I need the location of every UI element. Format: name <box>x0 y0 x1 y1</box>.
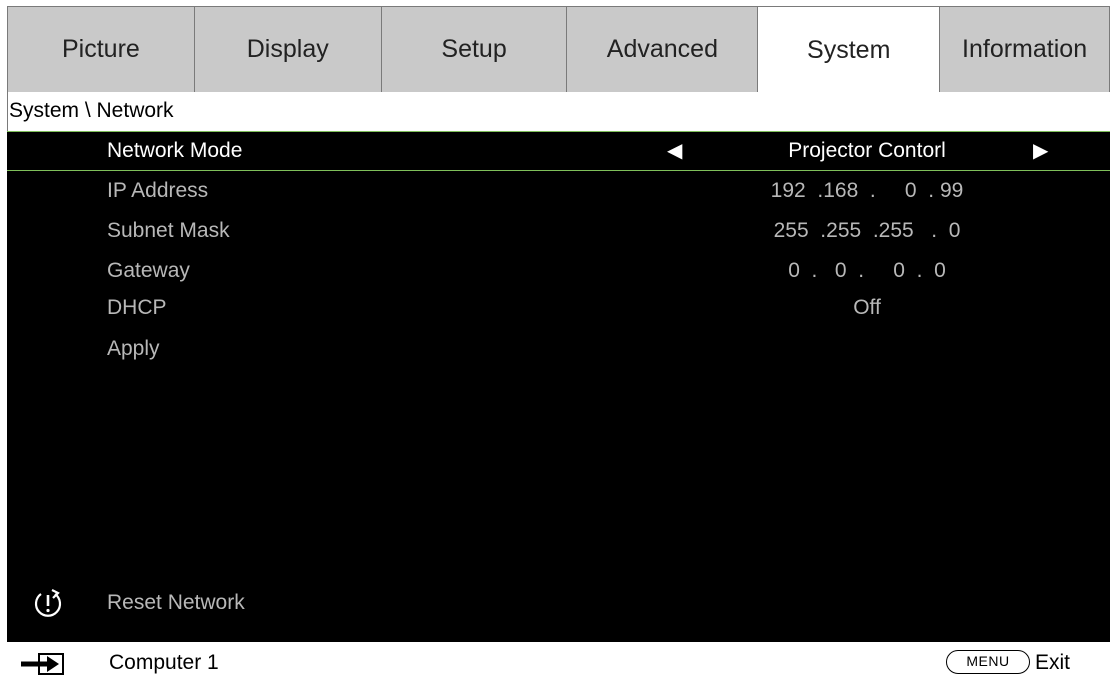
arrow-right-icon[interactable]: ▶ <box>1033 132 1048 170</box>
row-value: Projector Contorl <box>788 139 946 162</box>
row-label: DHCP <box>107 296 167 319</box>
tab-advanced[interactable]: Advanced <box>567 7 759 93</box>
tab-setup[interactable]: Setup <box>381 7 568 93</box>
osd-menu: Picture Display Setup Advanced System In… <box>7 6 1110 684</box>
row-value: 192 .168 . 0 . 99 <box>770 179 964 202</box>
menu-row-dhcp[interactable]: DHCP Off <box>7 288 1110 328</box>
row-value: 0 . 0 . 0 . 0 <box>788 259 946 282</box>
row-label: IP Address <box>107 179 209 202</box>
tab-picture[interactable]: Picture <box>8 7 195 93</box>
footer-bar: Computer 1 MENU Exit <box>7 642 1110 684</box>
row-label: Gateway <box>107 259 190 282</box>
row-value: Off <box>853 296 881 319</box>
tab-bar: Picture Display Setup Advanced System In… <box>7 6 1110 93</box>
menu-key-icon[interactable]: MENU <box>946 650 1030 674</box>
tab-system[interactable]: System <box>758 7 941 93</box>
row-label: Network Mode <box>107 139 243 162</box>
menu-row-gateway[interactable]: Gateway 0 . 0 . 0 . 0 <box>7 251 1110 291</box>
tab-information[interactable]: Information <box>940 7 1110 93</box>
menu-row-network-mode[interactable]: Network Mode ◀ Projector Contorl ▶ <box>7 131 1110 171</box>
menu-row-ip-address[interactable]: IP Address 192 .168 . 0 . 99 <box>7 171 1110 211</box>
source-label: Computer 1 <box>109 651 219 674</box>
tab-display[interactable]: Display <box>194 7 382 93</box>
row-value: 255 .255 .255 . 0 <box>773 219 961 242</box>
menu-row-apply[interactable]: Apply <box>7 329 1110 369</box>
reset-network-row[interactable]: Reset Network <box>7 583 1110 623</box>
arrow-left-icon[interactable]: ◀ <box>667 132 682 170</box>
breadcrumb: System \ Network <box>7 92 1110 131</box>
reset-network-label: Reset Network <box>107 591 245 614</box>
reset-power-icon <box>34 589 62 617</box>
row-label: Apply <box>107 337 160 360</box>
exit-label: Exit <box>1035 651 1071 674</box>
input-source-icon <box>21 653 64 675</box>
menu-row-subnet-mask[interactable]: Subnet Mask 255 .255 .255 . 0 <box>7 211 1110 251</box>
row-label: Subnet Mask <box>107 219 230 242</box>
